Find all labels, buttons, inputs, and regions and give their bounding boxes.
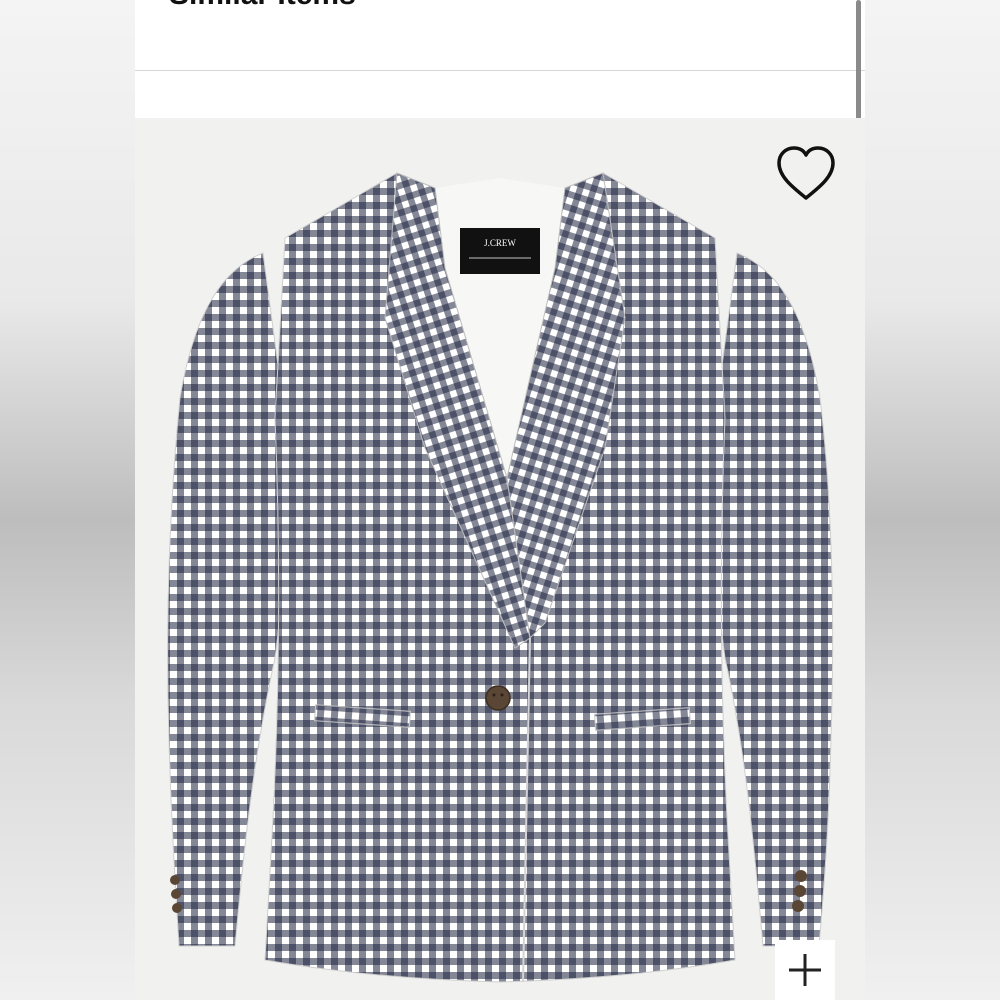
blurred-side-left <box>0 0 135 1000</box>
heart-outline-icon <box>777 146 835 200</box>
product-card[interactable]: J.CREW <box>135 118 865 1000</box>
screen: Similar Items <box>0 0 1000 1000</box>
brand-label: J.CREW <box>484 238 516 248</box>
plus-icon <box>789 954 821 986</box>
front-button-image <box>485 685 511 711</box>
section-title: Similar Items <box>169 0 356 12</box>
checked-blazer-image: J.CREW <box>135 118 865 1000</box>
wishlist-button[interactable] <box>771 142 841 206</box>
scrollbar[interactable] <box>856 0 861 128</box>
section-header: Similar Items <box>135 0 865 71</box>
similar-items-panel: Similar Items <box>135 0 865 1000</box>
blurred-side-right <box>865 0 1000 1000</box>
zoom-button[interactable] <box>775 940 835 1000</box>
